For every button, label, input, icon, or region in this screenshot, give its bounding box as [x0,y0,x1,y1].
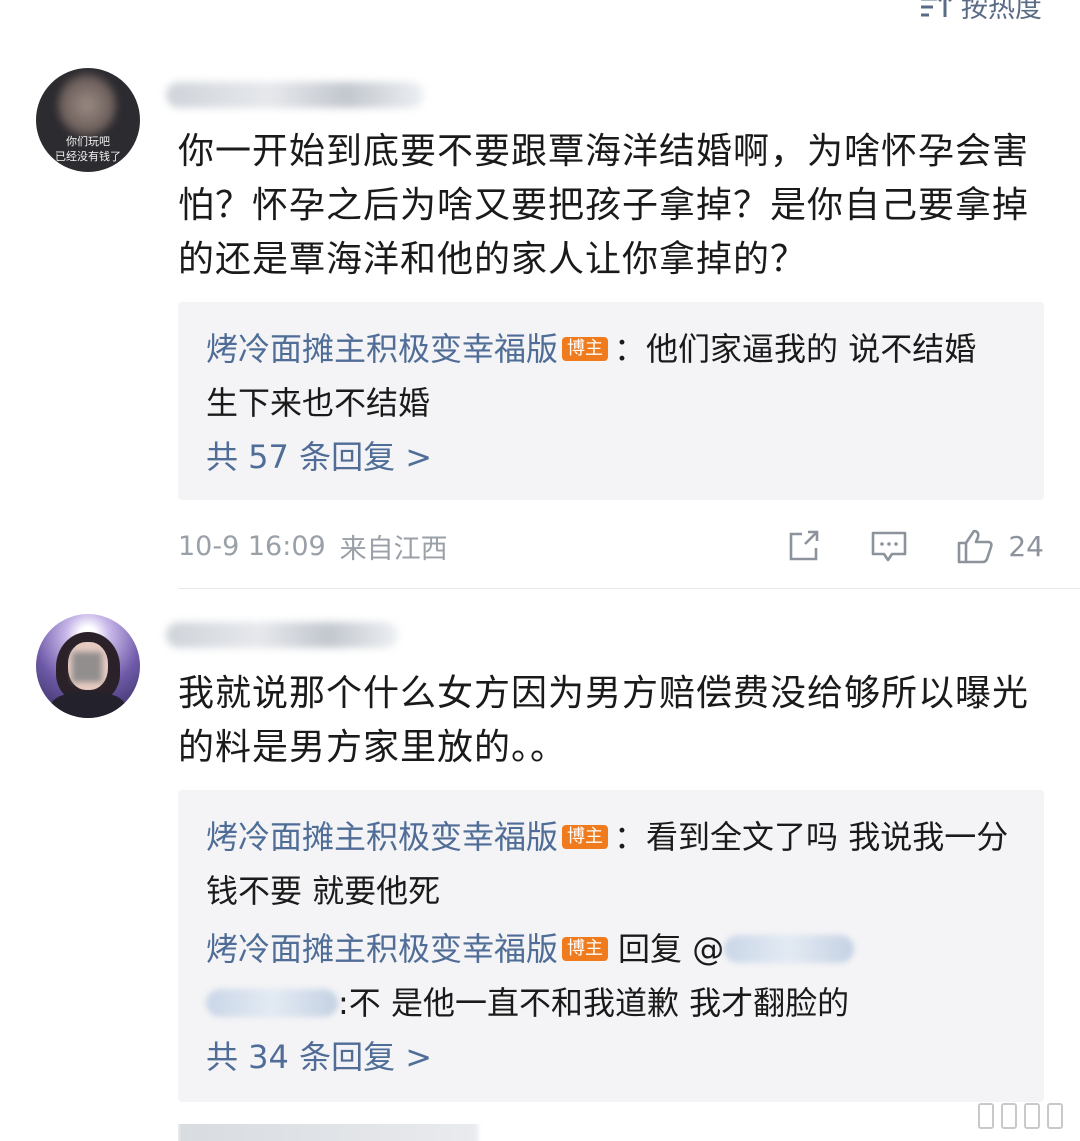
mention-redacted[interactable] [724,935,855,963]
sort-icon [921,0,952,17]
comment-button[interactable] [870,529,908,563]
watermark-bar [1047,1103,1063,1129]
comment-time: 10-9 16:09 [178,530,326,562]
comment-meta-cutoff [178,1124,1044,1141]
sort-label: 按热度 [961,0,1042,24]
like-count: 24 [1008,529,1044,563]
watermark-bar [1024,1103,1040,1129]
reply-prefix: 回复 @ [618,930,725,968]
comment-meta: 10-9 16:09 来自江西 24 [178,526,1044,566]
comment-divider [178,588,1080,589]
comment-text: 你一开始到底要不要跟覃海洋结婚啊，为啥怀孕会害怕？怀孕之后为啥又要把孩子拿掉？是… [178,131,1030,280]
like-button[interactable]: 24 [956,528,1044,564]
sort-control[interactable]: 按热度 [919,0,1042,25]
reply-author[interactable]: 烤冷面摊主积极变幸福版 [206,330,558,368]
watermark-bar [1001,1103,1017,1129]
avatar-body [50,692,126,718]
comment-page: 按热度 你们玩吧 已经没有钱了 你一开始到底要不要跟覃海洋结婚啊，为啥怀孕会害怕… [0,0,1080,1141]
reply-box[interactable]: 烤冷面摊主积极变幸福版 博主 ：看到全文了吗 我说我一分钱不要 就要他死 烤冷面摊主… [178,790,1044,1102]
author-badge: 博主 [562,937,609,961]
mention-redacted[interactable] [206,989,338,1017]
reply-box[interactable]: 烤冷面摊主积极变幸福版 博主 ：他们家逼我的 说不结婚 生下来也不结婚 共 57 条… [178,302,1044,500]
comment-text: 我就说那个什么女方因为男方赔偿费没给够所以曝光的料是男方家里放的。。 [178,673,1030,768]
reply-line: 烤冷面摊主积极变幸福版 博主 ：他们家逼我的 说不结婚 生下来也不结婚 [206,322,1018,430]
avatar-caption: 你们玩吧 已经没有钱了 [55,135,121,163]
reply-count-link[interactable]: 共 57 条回复 > [206,430,1018,484]
comment-icon [872,531,907,562]
avatar[interactable] [36,614,140,718]
avatar[interactable]: 你们玩吧 已经没有钱了 [36,68,140,172]
reply-count-link[interactable]: 共 34 条回复 > [206,1030,1018,1084]
reply-text: :不 是他一直不和我道歉 我才翻脸的 [338,984,850,1022]
avatar-face-blur [72,652,102,682]
username-redacted[interactable] [166,622,398,648]
like-icon [958,529,994,564]
reply-line: 烤冷面摊主积极变幸福版 博主 ：看到全文了吗 我说我一分钱不要 就要他死 [206,810,1018,918]
reply-author[interactable]: 烤冷面摊主积极变幸福版 [206,818,558,856]
username-redacted[interactable] [166,82,424,108]
share-button[interactable] [786,529,822,563]
meta-cutoff-blur [178,1124,478,1141]
share-icon [790,530,819,561]
author-badge: 博主 [562,337,609,361]
comment-actions: 24 [786,526,1044,566]
watermark-bar [978,1103,994,1129]
avatar-face-blur [58,74,116,136]
author-badge: 博主 [562,825,609,849]
watermark-bars [978,1103,1063,1129]
reply-line: 烤冷面摊主积极变幸福版 博主 回复 @ :不 是他一直不和我道歉 我才翻脸的 [206,922,1018,1030]
comment-location: 来自江西 [339,533,448,565]
reply-author[interactable]: 烤冷面摊主积极变幸福版 [206,930,558,968]
